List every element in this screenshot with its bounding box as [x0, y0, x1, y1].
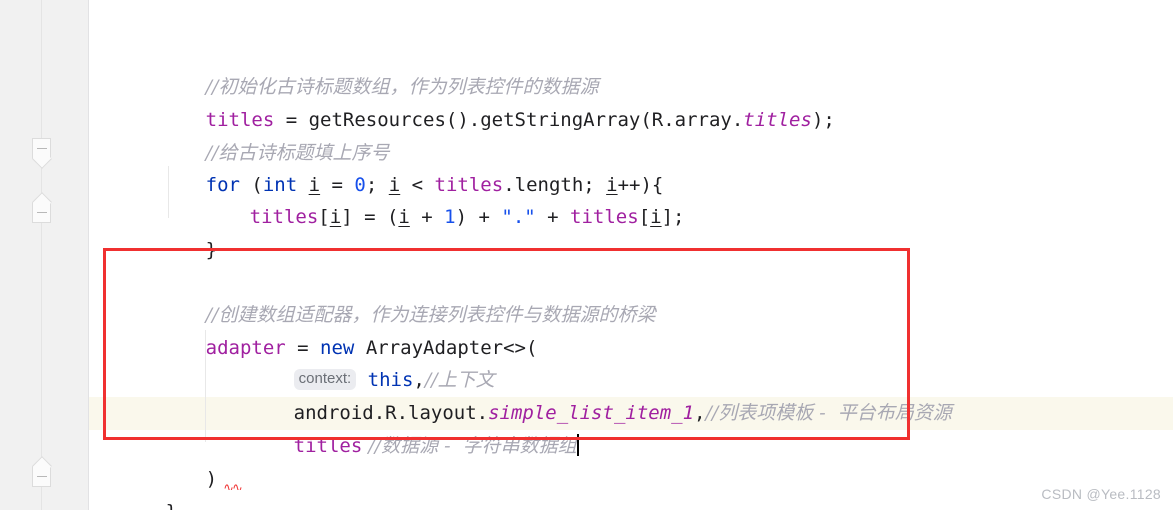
- token-comma: ,: [694, 402, 706, 424]
- code-line-adapter-new: adapter = new ArrayAdapter<>(: [137, 299, 538, 359]
- code-line-arg-context: context: this,//上下文: [225, 331, 495, 391]
- code-line-comment-number-titles: //给古诗标题填上序号: [137, 104, 390, 164]
- token-close-brace: }: [205, 239, 218, 261]
- token-plus: +: [535, 206, 571, 228]
- fold-marker-expanded-for-loop[interactable]: [32, 138, 51, 159]
- fold-rail: [41, 0, 42, 510]
- token-local-var-i: i: [650, 206, 662, 228]
- token-field-titles: titles: [293, 435, 363, 457]
- token-field-titles: titles: [249, 206, 319, 228]
- token-bracket-close-assign: ] = (: [341, 206, 399, 228]
- editor-gutter[interactable]: [0, 0, 88, 510]
- error-squiggle-icon: [223, 484, 243, 490]
- token-bracket-open: [: [318, 206, 330, 228]
- token-close-brace: }: [166, 501, 177, 510]
- code-line-comment-create-adapter: //创建数组适配器，作为连接列表控件与数据源的桥梁: [137, 266, 656, 326]
- token-statement-tail: );: [811, 109, 835, 131]
- token-bracket-close-semi: ];: [661, 206, 685, 228]
- token-plus: +: [409, 206, 445, 228]
- fold-marker-dash-icon: [37, 212, 47, 213]
- code-line-for-close: }: [137, 201, 217, 261]
- token-resource-name: titles: [743, 109, 812, 131]
- comment-text: //列表项模板 - 平台布局资源: [705, 402, 952, 424]
- code-line-for-header: for (int i = 0; i < titles.length; i++){: [137, 136, 664, 196]
- code-line-arg-titles: titles //数据源 - 字符串数据组: [225, 397, 579, 457]
- code-line-class-close: }: [53, 492, 133, 510]
- code-line-arg-layout: android.R.layout.simple_list_item_1,//列表…: [225, 364, 952, 424]
- fold-marker-method-end[interactable]: [32, 466, 51, 487]
- token-local-var-i: i: [398, 206, 410, 228]
- watermark-label: CSDN @Yee.1128: [1041, 486, 1161, 502]
- comment-text: //数据源 - 字符串数据组: [362, 435, 577, 457]
- token-resource-prefix: R.array.: [651, 109, 744, 131]
- token-paren-close-plus: ) +: [455, 206, 502, 228]
- code-line-adapter-close-paren: ): [137, 430, 243, 490]
- fold-marker-dash-icon: [37, 148, 47, 149]
- code-editor-window: //初始化古诗标题数组，作为列表控件的数据源 titles = getResou…: [0, 0, 1173, 510]
- code-line-assign-titles: titles = getResources().getStringArray(R…: [137, 71, 835, 131]
- token-close-paren: ): [205, 468, 218, 490]
- token-bracket-open: [: [638, 206, 651, 228]
- fold-marker-dash-icon: [37, 476, 47, 477]
- token-local-var-i: i: [329, 206, 342, 228]
- fold-marker-region-end[interactable]: [32, 202, 51, 223]
- token-number-one: 1: [444, 206, 456, 228]
- code-line-for-body: titles[i] = (i + 1) + "." + titles[i];: [181, 168, 685, 228]
- code-line-comment-init-titles: //初始化古诗标题数组，作为列表控件的数据源: [137, 38, 599, 98]
- text-caret: [576, 434, 579, 456]
- code-text-area[interactable]: //初始化古诗标题数组，作为列表控件的数据源 titles = getResou…: [89, 0, 1173, 510]
- token-string-dot: ".": [501, 206, 536, 228]
- token-field-titles: titles: [570, 206, 639, 228]
